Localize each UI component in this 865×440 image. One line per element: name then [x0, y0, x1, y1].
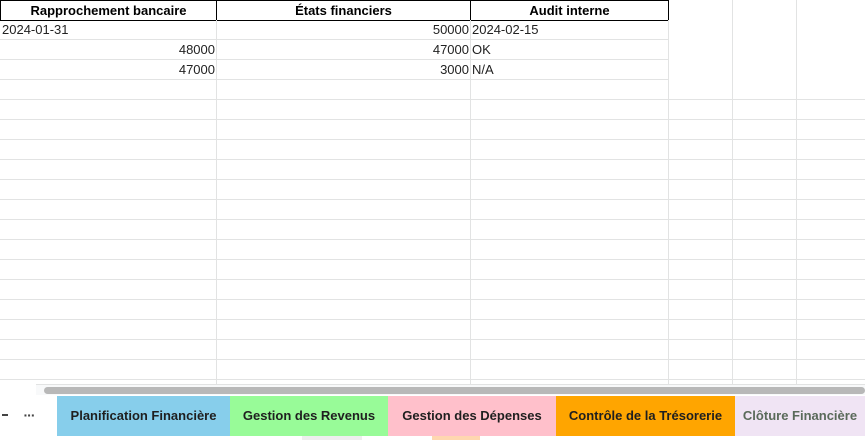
- cell-b2[interactable]: 47000: [216, 40, 471, 60]
- active-tab-indicator: [432, 436, 480, 440]
- tab-gestion-des-depenses[interactable]: Gestion des Dépenses: [388, 396, 556, 436]
- spreadsheet-grid[interactable]: Rapprochement bancaire États financiers …: [0, 0, 865, 384]
- gridline-row: [0, 359, 865, 360]
- cell-c2[interactable]: OK: [470, 40, 669, 60]
- cell-b1[interactable]: 50000: [216, 20, 471, 40]
- cell-c1[interactable]: 2024-02-15: [470, 20, 669, 40]
- cell-a1[interactable]: 2024-01-31: [0, 20, 217, 40]
- gridline-row: [0, 299, 865, 300]
- gridline-row: [0, 179, 865, 180]
- gridline-row: [0, 319, 865, 320]
- tab-planification-financiere[interactable]: Planification Financière: [57, 396, 230, 436]
- column-header-rapprochement[interactable]: Rapprochement bancaire: [0, 0, 217, 21]
- header-row: Rapprochement bancaire États financiers …: [0, 0, 865, 21]
- sheet-tab-bar: ··· Planification Financière Gestion des…: [0, 395, 865, 440]
- cell-a2[interactable]: 48000: [0, 40, 217, 60]
- hamburger-menu-icon[interactable]: [0, 395, 14, 435]
- gridline-row: [0, 379, 865, 380]
- tab-cloture-financiere[interactable]: Clôture Financière: [735, 396, 865, 436]
- column-header-etats[interactable]: États financiers: [216, 0, 471, 21]
- table-row: 2024-01-31 50000 2024-02-15: [0, 20, 865, 40]
- horizontal-scrollbar-thumb[interactable]: [44, 387, 865, 394]
- cell-a3[interactable]: 47000: [0, 60, 217, 80]
- gridline-row: [0, 219, 865, 220]
- tab-controle-de-la-tresorerie[interactable]: Contrôle de la Trésorerie: [556, 396, 735, 436]
- cell-c3[interactable]: N/A: [470, 60, 669, 80]
- more-sheets-button[interactable]: ···: [14, 395, 44, 435]
- column-header-audit[interactable]: Audit interne: [470, 0, 669, 21]
- gridline-row: [0, 139, 865, 140]
- gridline-row: [0, 119, 865, 120]
- gridline-row: [0, 199, 865, 200]
- cell-b3[interactable]: 3000: [216, 60, 471, 80]
- tab-gestion-des-revenus[interactable]: Gestion des Revenus: [230, 396, 388, 436]
- table-row: 48000 47000 OK: [0, 40, 865, 60]
- tab-indicator-gray: [302, 436, 362, 440]
- menu-icon-glyph: [2, 413, 8, 416]
- gridline-row: [0, 279, 865, 280]
- gridline-row: [0, 159, 865, 160]
- table-row: 47000 3000 N/A: [0, 60, 865, 80]
- gridline-row: [0, 339, 865, 340]
- gridline-row: [0, 239, 865, 240]
- gridline-row: [0, 259, 865, 260]
- gridline-row: [0, 99, 865, 100]
